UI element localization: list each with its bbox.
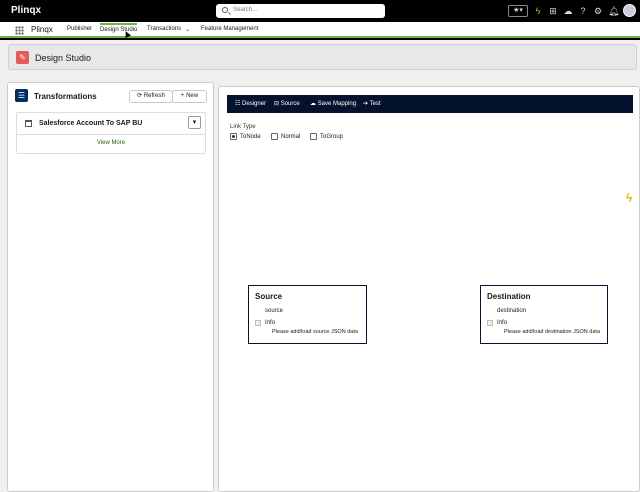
node-subtitle: source	[265, 308, 284, 314]
info-checkbox[interactable]	[255, 320, 261, 326]
radio-checked[interactable]	[230, 133, 237, 140]
favorites-star-icon[interactable]: ★▾	[508, 4, 528, 17]
app-nav-bar: Plinqx Publisher Design Studio Transacti…	[0, 22, 640, 38]
radio[interactable]	[271, 133, 278, 140]
source-button[interactable]: ⊟ Source	[274, 100, 300, 107]
designer-icon: ☷	[235, 101, 243, 107]
node-message: Please add/load source JSON data	[272, 329, 358, 335]
brand-logo: Plinqx	[11, 5, 42, 16]
add-icon[interactable]: ⊞	[548, 5, 558, 17]
info-checkbox[interactable]	[487, 320, 493, 326]
help-icon[interactable]: ?	[578, 5, 588, 17]
link-type-togroup[interactable]: ToGroup	[310, 133, 343, 140]
tab-design-studio[interactable]: Design Studio	[100, 23, 138, 33]
lightning-icon[interactable]: ϟ	[533, 5, 543, 17]
page-title: Design Studio	[35, 53, 92, 63]
node-message: Please add/load destination JSON data	[504, 329, 601, 335]
link-type-tonode[interactable]: ToNode	[230, 133, 261, 140]
tab-publisher[interactable]: Publisher	[67, 26, 92, 32]
row-actions-dropdown[interactable]: ▾	[188, 116, 201, 129]
node-subtitle: destination	[497, 308, 527, 314]
transformation-card: Salesforce Account To SAP BU ▾ View More	[16, 112, 206, 154]
transformation-name[interactable]: Salesforce Account To SAP BU	[39, 120, 142, 127]
panel-title: Transformations	[34, 92, 97, 101]
page-header: ✎ Design Studio	[8, 44, 637, 70]
new-button[interactable]: + New	[172, 90, 207, 103]
info-label: Info	[497, 320, 508, 326]
designer-button[interactable]: ☷ Designer	[235, 100, 266, 107]
save-mapping-button[interactable]: ☁ Save Mapping	[310, 100, 356, 107]
info-label: Info	[265, 320, 276, 326]
source-icon: ⊟	[274, 101, 281, 107]
designer-panel: ☷ Designer ⊟ Source ☁ Save Mapping ➔ Tes…	[218, 86, 640, 492]
search-icon	[222, 7, 228, 13]
cloud-icon[interactable]: ☁	[563, 5, 573, 17]
search-placeholder: Search...	[233, 7, 258, 13]
link-type-label: Link Type	[230, 124, 256, 130]
refresh-icon: ⟳	[137, 93, 144, 99]
gear-icon[interactable]: ⚙	[593, 5, 603, 17]
bell-icon[interactable]: 🔔︎	[608, 5, 619, 17]
lightning-icon[interactable]: ϟ	[626, 191, 632, 205]
transformations-panel: ☰ Transformations ⟳ Refresh + New Salesf…	[7, 82, 214, 492]
link-type-normal[interactable]: Normal	[271, 133, 300, 140]
node-title: Destination	[487, 292, 531, 301]
list-item[interactable]: Salesforce Account To SAP BU ▾	[17, 113, 205, 135]
tab-feature-management[interactable]: Feature Management	[201, 26, 258, 32]
node-title: Source	[255, 292, 283, 301]
avatar[interactable]	[623, 4, 636, 17]
calendar-icon	[25, 120, 32, 127]
global-search-input[interactable]: Search...	[216, 4, 385, 18]
global-header: Plinqx Search... ★▾ ϟ ⊞ ☁ ? ⚙ 🔔︎	[0, 0, 640, 22]
app-name: Plinqx	[31, 25, 53, 34]
test-button[interactable]: ➔ Test	[363, 100, 381, 107]
app-launcher-icon[interactable]	[15, 26, 24, 35]
refresh-button[interactable]: ⟳ Refresh	[129, 90, 173, 103]
designer-toolbar: ☷ Designer ⊟ Source ☁ Save Mapping ➔ Tes…	[227, 95, 633, 113]
radio[interactable]	[310, 133, 317, 140]
save-icon: ☁	[310, 101, 318, 107]
destination-node[interactable]: Destination destination Info Please add/…	[480, 285, 608, 344]
view-more-link[interactable]: View More	[17, 140, 205, 146]
list-icon: ☰	[15, 89, 28, 102]
pencil-icon: ✎	[16, 51, 29, 64]
source-node[interactable]: Source source Info Please add/load sourc…	[248, 285, 367, 344]
arrow-right-icon: ➔	[363, 101, 370, 107]
tab-transactions[interactable]: Transactions	[147, 26, 181, 32]
chevron-down-icon[interactable]: ⌄	[185, 26, 190, 33]
